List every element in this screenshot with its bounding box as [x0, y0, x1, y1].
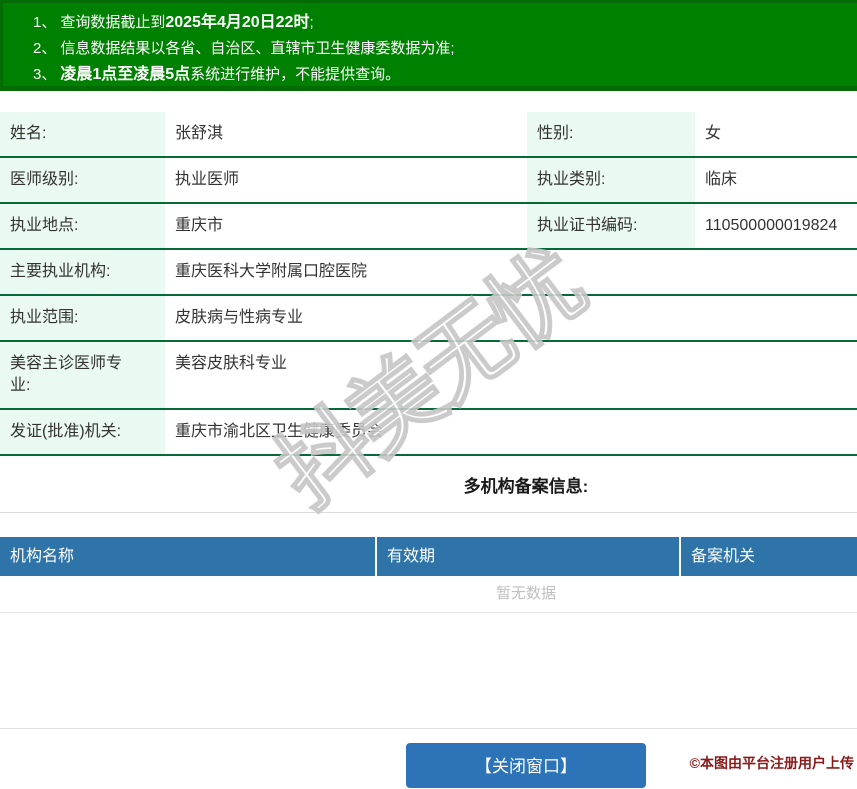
table-row-issuing-authority: 发证(批准)机关: 重庆市渝北区卫生健康委员会 — [0, 410, 857, 456]
field-value-practice-location: 重庆市 — [175, 217, 224, 234]
practitioner-info-table: 姓名: 张舒淇 性别: 女 医师级别: 执业医师 执业类别: 临床 执业地点: … — [0, 112, 857, 456]
table-row-name-gender: 姓名: 张舒淇 性别: 女 — [0, 112, 857, 158]
notice-banner: 1、 查询数据截止到2025年4月20日22时; 2、 信息数据结果以各省、自治区、… — [0, 0, 857, 91]
notice-text-bold: 凌晨1点至凌晨5点 — [60, 66, 191, 83]
field-value-name: 张舒淇 — [175, 125, 224, 142]
table-row-cosmetic-specialty: 美容主诊医师专业: 美容皮肤科专业 — [0, 342, 857, 410]
field-value-license-number: 110500000019824 — [705, 217, 838, 234]
field-label-cosmetic-specialty: 美容主诊医师专业: — [0, 342, 165, 408]
field-label-practice-category: 执业类别: — [527, 158, 695, 202]
divider-line — [0, 512, 857, 513]
notice-line-1: 1、 查询数据截止到2025年4月20日22时; — [33, 10, 857, 36]
column-header-institution-name: 机构名称 — [10, 548, 75, 565]
query-result-page: { "banner": { "bg_color": "#008000", "bo… — [0, 0, 857, 788]
notice-text: 系统进行维护，不能提供查询。 — [190, 66, 401, 83]
notice-text: ; — [309, 14, 314, 31]
table-row-main-institution: 主要执业机构: 重庆医科大学附属口腔医院 — [0, 250, 857, 296]
field-label-issuing-authority: 发证(批准)机关: — [0, 410, 165, 454]
table-row-location-license: 执业地点: 重庆市 执业证书编码: 110500000019824 — [0, 204, 857, 250]
page-content: 1、 查询数据截止到2025年4月20日22时; 2、 信息数据结果以各省、自治区、… — [0, 0, 857, 788]
field-label-main-institution: 主要执业机构: — [0, 250, 165, 294]
notice-text-bold: 2025年4月20日22时 — [165, 14, 310, 31]
field-value-practice-scope: 皮肤病与性病专业 — [175, 309, 304, 326]
field-label-practice-scope: 执业范围: — [0, 296, 165, 340]
field-value-main-institution: 重庆医科大学附属口腔医院 — [175, 263, 368, 280]
field-value-gender: 女 — [705, 125, 722, 142]
copyright-stamp: ©本图由平台注册用户上传 — [689, 755, 854, 771]
org-filing-section-title: 多机构备案信息: — [463, 477, 589, 496]
table-row-practice-scope: 执业范围: 皮肤病与性病专业 — [0, 296, 857, 342]
field-label-practice-location: 执业地点: — [0, 204, 165, 248]
field-value-cosmetic-specialty: 美容皮肤科专业 — [175, 355, 288, 372]
field-value-issuing-authority: 重庆市渝北区卫生健康委员会 — [175, 423, 384, 440]
field-label-name: 姓名: — [0, 112, 165, 156]
close-window-button[interactable]: 【关闭窗口】 — [406, 743, 646, 788]
notice-number: 1、 — [33, 14, 57, 31]
notice-text: 查询数据截止到 — [60, 14, 166, 31]
column-header-filing-authority: 备案机关 — [679, 537, 857, 576]
table-row-level-category: 医师级别: 执业医师 执业类别: 临床 — [0, 158, 857, 204]
field-label-doctor-level: 医师级别: — [0, 158, 165, 202]
org-filing-table-header: 机构名称 有效期 备案机关 — [0, 537, 857, 576]
notice-line-3: 3、 凌晨1点至凌晨5点系统进行维护，不能提供查询。 — [33, 62, 857, 88]
column-header-validity-period: 有效期 — [375, 537, 679, 576]
notice-number: 3、 — [33, 66, 57, 83]
notice-number: 2、 — [33, 40, 57, 57]
notice-text: 信息数据结果以各省、自治区、直辖市卫生健康委数据为准; — [60, 40, 455, 57]
empty-data-message: 暂无数据 — [0, 576, 857, 613]
notice-line-2: 2、 信息数据结果以各省、自治区、直辖市卫生健康委数据为准; — [33, 36, 857, 62]
field-label-license-number: 执业证书编码: — [527, 204, 695, 248]
field-label-gender: 性别: — [527, 112, 695, 156]
field-value-doctor-level: 执业医师 — [175, 171, 240, 188]
blank-area — [0, 613, 857, 728]
field-value-practice-category: 临床 — [705, 171, 738, 188]
